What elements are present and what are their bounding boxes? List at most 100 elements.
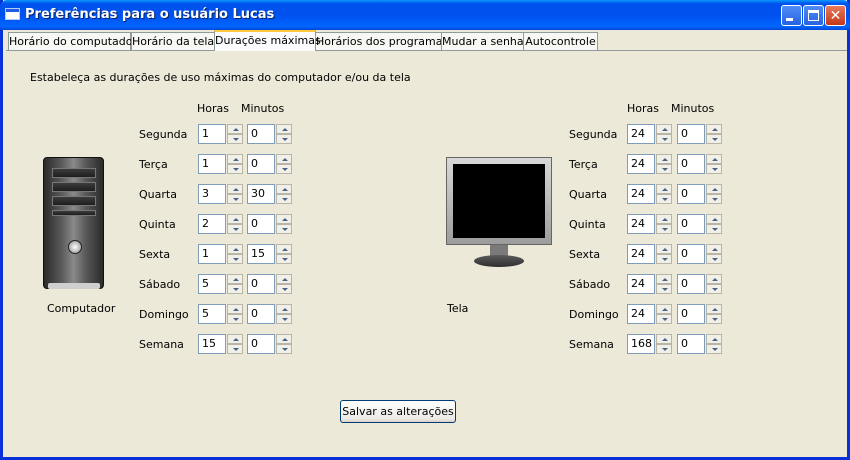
screen-minutes-input[interactable]: 0: [677, 184, 705, 204]
spinner-down-arrow-icon[interactable]: [656, 314, 672, 324]
spinner-up-arrow-icon[interactable]: [276, 274, 292, 284]
computer-hours-spinner[interactable]: 5: [198, 304, 243, 324]
spinner-up-arrow-icon[interactable]: [227, 274, 243, 284]
spinner-down-arrow-icon[interactable]: [227, 224, 243, 234]
spinner-up-arrow-icon[interactable]: [227, 244, 243, 254]
screen-hours-input[interactable]: 24: [627, 244, 655, 264]
spinner-up-arrow-icon[interactable]: [227, 334, 243, 344]
computer-hours-spinner[interactable]: 1: [198, 244, 243, 264]
screen-hours-spinner[interactable]: 24: [627, 244, 672, 264]
spinner-up-arrow-icon[interactable]: [706, 214, 722, 224]
spinner-down-arrow-icon[interactable]: [227, 194, 243, 204]
computer-hours-input[interactable]: 3: [198, 184, 226, 204]
computer-minutes-spinner[interactable]: 30: [247, 184, 292, 204]
spinner-up-arrow-icon[interactable]: [656, 154, 672, 164]
spinner-up-arrow-icon[interactable]: [706, 304, 722, 314]
spinner-down-arrow-icon[interactable]: [656, 284, 672, 294]
spinner-down-arrow-icon[interactable]: [706, 134, 722, 144]
screen-hours-spinner[interactable]: 24: [627, 154, 672, 174]
spinner-down-arrow-icon[interactable]: [227, 284, 243, 294]
spinner-up-arrow-icon[interactable]: [656, 274, 672, 284]
spinner-down-arrow-icon[interactable]: [227, 164, 243, 174]
maximize-button[interactable]: [803, 5, 824, 26]
screen-hours-spinner[interactable]: 168: [627, 334, 672, 354]
computer-minutes-spinner[interactable]: 0: [247, 274, 292, 294]
screen-hours-input[interactable]: 24: [627, 274, 655, 294]
tab-autocontrole[interactable]: Autocontrole: [523, 32, 598, 50]
computer-minutes-input[interactable]: 15: [247, 244, 275, 264]
tab-horario-tela[interactable]: Horário da tela: [131, 32, 215, 50]
screen-minutes-input[interactable]: 0: [677, 124, 705, 144]
computer-hours-input[interactable]: 2: [198, 214, 226, 234]
computer-minutes-input[interactable]: 0: [247, 274, 275, 294]
computer-hours-spinner[interactable]: 5: [198, 274, 243, 294]
tab-horarios-programas[interactable]: Horários dos programas: [315, 32, 448, 50]
spinner-up-arrow-icon[interactable]: [227, 214, 243, 224]
computer-hours-spinner[interactable]: 1: [198, 124, 243, 144]
computer-minutes-input[interactable]: 0: [247, 304, 275, 324]
screen-minutes-spinner[interactable]: 0: [677, 124, 722, 144]
spinner-up-arrow-icon[interactable]: [276, 244, 292, 254]
tab-mudar-senha[interactable]: Mudar a senha: [441, 32, 524, 50]
computer-hours-spinner[interactable]: 2: [198, 214, 243, 234]
computer-minutes-spinner[interactable]: 0: [247, 214, 292, 234]
spinner-up-arrow-icon[interactable]: [276, 124, 292, 134]
computer-hours-spinner[interactable]: 1: [198, 154, 243, 174]
title-bar[interactable]: Preferências para o usuário Lucas ✕: [0, 0, 850, 30]
spinner-up-arrow-icon[interactable]: [656, 124, 672, 134]
spinner-down-arrow-icon[interactable]: [656, 164, 672, 174]
screen-hours-input[interactable]: 24: [627, 154, 655, 174]
computer-minutes-input[interactable]: 0: [247, 334, 275, 354]
spinner-down-arrow-icon[interactable]: [706, 314, 722, 324]
tab-duracoes-maximas[interactable]: Durações máximas: [214, 30, 321, 51]
computer-minutes-spinner[interactable]: 0: [247, 124, 292, 144]
spinner-down-arrow-icon[interactable]: [706, 284, 722, 294]
screen-hours-spinner[interactable]: 24: [627, 184, 672, 204]
spinner-down-arrow-icon[interactable]: [706, 254, 722, 264]
spinner-up-arrow-icon[interactable]: [706, 154, 722, 164]
spinner-down-arrow-icon[interactable]: [706, 224, 722, 234]
spinner-up-arrow-icon[interactable]: [706, 274, 722, 284]
screen-minutes-spinner[interactable]: 0: [677, 214, 722, 234]
spinner-up-arrow-icon[interactable]: [227, 304, 243, 314]
spinner-down-arrow-icon[interactable]: [227, 344, 243, 354]
spinner-down-arrow-icon[interactable]: [276, 254, 292, 264]
computer-hours-input[interactable]: 1: [198, 124, 226, 144]
spinner-up-arrow-icon[interactable]: [276, 184, 292, 194]
spinner-up-arrow-icon[interactable]: [227, 124, 243, 134]
spinner-up-arrow-icon[interactable]: [656, 214, 672, 224]
computer-hours-input[interactable]: 1: [198, 244, 226, 264]
spinner-down-arrow-icon[interactable]: [656, 224, 672, 234]
screen-minutes-spinner[interactable]: 0: [677, 304, 722, 324]
screen-hours-input[interactable]: 168: [627, 334, 655, 354]
spinner-up-arrow-icon[interactable]: [276, 334, 292, 344]
computer-minutes-spinner[interactable]: 15: [247, 244, 292, 264]
spinner-down-arrow-icon[interactable]: [227, 134, 243, 144]
spinner-up-arrow-icon[interactable]: [276, 304, 292, 314]
close-button[interactable]: ✕: [825, 5, 846, 26]
screen-minutes-input[interactable]: 0: [677, 304, 705, 324]
screen-hours-input[interactable]: 24: [627, 124, 655, 144]
spinner-down-arrow-icon[interactable]: [656, 134, 672, 144]
computer-minutes-input[interactable]: 30: [247, 184, 275, 204]
spinner-down-arrow-icon[interactable]: [276, 284, 292, 294]
screen-minutes-input[interactable]: 0: [677, 244, 705, 264]
spinner-down-arrow-icon[interactable]: [276, 314, 292, 324]
computer-hours-input[interactable]: 5: [198, 304, 226, 324]
spinner-up-arrow-icon[interactable]: [656, 304, 672, 314]
spinner-up-arrow-icon[interactable]: [706, 334, 722, 344]
screen-minutes-spinner[interactable]: 0: [677, 154, 722, 174]
spinner-down-arrow-icon[interactable]: [276, 224, 292, 234]
spinner-down-arrow-icon[interactable]: [227, 314, 243, 324]
spinner-up-arrow-icon[interactable]: [227, 184, 243, 194]
screen-minutes-input[interactable]: 0: [677, 214, 705, 234]
screen-hours-spinner[interactable]: 24: [627, 214, 672, 234]
computer-hours-spinner[interactable]: 3: [198, 184, 243, 204]
screen-hours-input[interactable]: 24: [627, 184, 655, 204]
spinner-down-arrow-icon[interactable]: [656, 344, 672, 354]
tab-horario-computador[interactable]: Horário do computador: [8, 32, 137, 50]
spinner-up-arrow-icon[interactable]: [276, 154, 292, 164]
screen-minutes-spinner[interactable]: 0: [677, 244, 722, 264]
spinner-up-arrow-icon[interactable]: [276, 214, 292, 224]
spinner-down-arrow-icon[interactable]: [276, 134, 292, 144]
